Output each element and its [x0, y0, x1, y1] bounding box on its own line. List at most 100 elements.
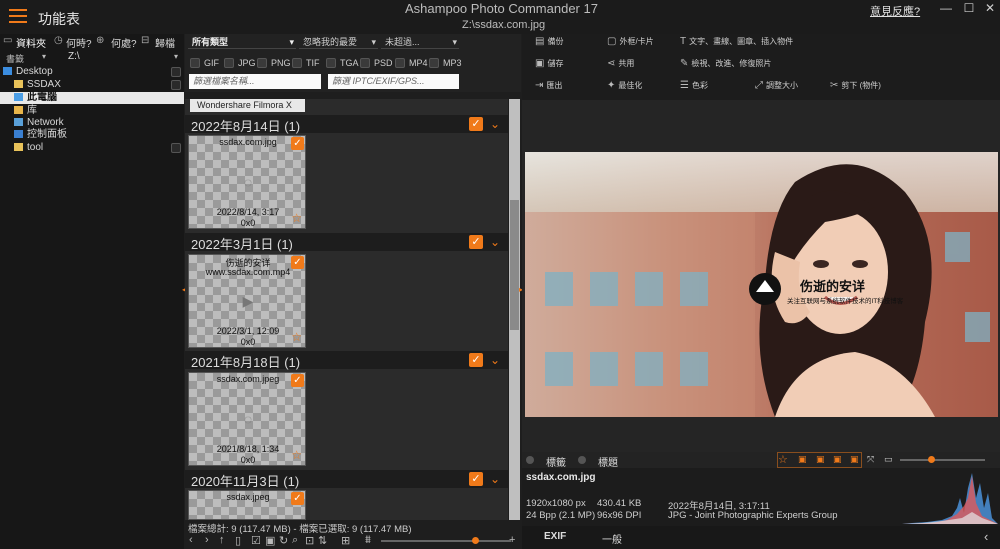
- filter-mp4[interactable]: MP4: [395, 57, 428, 69]
- filter-gif[interactable]: GIF: [190, 57, 219, 69]
- tab-when[interactable]: 何時?: [66, 35, 92, 50]
- scrollbar-thumb[interactable]: [510, 200, 519, 330]
- tree-item-network[interactable]: Network: [0, 117, 184, 129]
- share-button[interactable]: ⋖ 共用: [607, 58, 634, 70]
- group-checkbox-checked-icon[interactable]: ✓: [469, 353, 483, 367]
- optimize-button[interactable]: ✦ 最佳化: [607, 80, 642, 92]
- backup-button[interactable]: ▤ 備份: [535, 36, 563, 48]
- export-button[interactable]: ⇥ 匯出: [535, 80, 562, 92]
- thumbnail-checkbox-icon[interactable]: ✓: [291, 137, 304, 150]
- tree-item-control-panel[interactable]: 控制面板: [0, 129, 184, 141]
- text-draw-button[interactable]: T 文字、畫線、圖章、插入物件: [680, 36, 793, 48]
- tree-checkbox[interactable]: [171, 67, 181, 77]
- star-icon[interactable]: ☆: [778, 453, 788, 466]
- filter-psd[interactable]: PSD: [360, 57, 393, 69]
- back-icon[interactable]: ‹: [189, 534, 193, 546]
- preview-photo[interactable]: 伤逝的安详 关注互联网与系统软件技术的IT科技博客: [525, 152, 998, 417]
- filename-filter-input[interactable]: 篩選檔案名稱...: [189, 74, 321, 89]
- tree-item-library[interactable]: 库: [0, 105, 184, 117]
- thumbnail-size-slider[interactable]: [381, 540, 511, 542]
- tab-exif[interactable]: EXIF: [544, 531, 566, 542]
- date-group-header[interactable]: 2021年8月18日 (1) ✓ ⌄: [185, 351, 508, 370]
- save-button[interactable]: ▣ 儲存: [535, 58, 563, 70]
- cut-object-button[interactable]: ✂ 剪下 (物件): [830, 80, 881, 92]
- label-orange-icon[interactable]: ▣: [816, 454, 825, 465]
- select-all-icon[interactable]: ☑: [251, 534, 261, 547]
- tree-item-desktop[interactable]: Desktop: [0, 66, 184, 78]
- label-yellow-icon[interactable]: ▣: [833, 454, 842, 465]
- thumbnail-checkbox-icon[interactable]: ✓: [291, 374, 304, 387]
- thumbnail-item[interactable]: ssdax.com.jpeg ◌ 2021/8/18, 1:34 0x0 ✓ ☆: [188, 372, 306, 466]
- sort-icon[interactable]: ⇅: [318, 534, 327, 547]
- fullscreen-icon[interactable]: ⤧: [867, 454, 874, 465]
- location-path[interactable]: Z:\: [68, 51, 80, 62]
- group-checkbox-checked-icon[interactable]: ✓: [469, 117, 483, 131]
- tree-checkbox[interactable]: [171, 80, 181, 90]
- chevron-down-icon[interactable]: ⌄: [490, 354, 502, 367]
- feedback-link[interactable]: 意見反應?: [870, 3, 920, 19]
- tab-general[interactable]: 一般: [602, 531, 622, 546]
- resize-button[interactable]: ⤢ 調整大小: [755, 80, 798, 92]
- chevron-down-icon[interactable]: ⌄: [490, 473, 502, 486]
- location-dropdown-icon[interactable]: ▾: [174, 52, 178, 61]
- tree-item-tool[interactable]: tool: [0, 142, 184, 154]
- thumbnail-checkbox-icon[interactable]: ✓: [291, 256, 304, 269]
- tab-tags[interactable]: 標籤: [546, 454, 566, 469]
- date-group-header[interactable]: 2020年11月3日 (1) ✓ ⌄: [185, 470, 508, 489]
- label-red-icon[interactable]: ▣: [798, 454, 807, 465]
- maximize-button[interactable]: ☐: [959, 1, 979, 17]
- chevron-down-icon[interactable]: ▾: [42, 52, 46, 61]
- label-green-icon[interactable]: ▣: [850, 454, 859, 465]
- chevron-left-icon[interactable]: ‹: [984, 529, 988, 544]
- zoom-icon[interactable]: ⌕: [292, 534, 298, 547]
- size-select[interactable]: 未超過... ▾: [381, 35, 459, 49]
- date-group-header[interactable]: 2022年8月14日 (1) ✓ ⌄: [185, 115, 508, 134]
- chevron-down-icon[interactable]: ⌄: [490, 118, 502, 131]
- close-button[interactable]: ✕: [980, 1, 1000, 17]
- slider-handle[interactable]: [472, 537, 479, 544]
- folder-tab[interactable]: Wondershare Filmora X: [190, 99, 305, 112]
- group-checkbox-checked-icon[interactable]: ✓: [469, 235, 483, 249]
- filter-icon[interactable]: ⩩: [365, 534, 371, 547]
- date-group-header[interactable]: 2022年3月1日 (1) ✓ ⌄: [185, 233, 508, 252]
- filter-jpg[interactable]: JPG: [224, 57, 256, 69]
- forward-icon[interactable]: ›: [205, 534, 209, 546]
- color-button[interactable]: ☰ 色彩: [680, 80, 708, 92]
- filter-tif[interactable]: TIF: [292, 57, 320, 69]
- filter-tga[interactable]: TGA: [326, 57, 359, 69]
- tree-item-this-pc[interactable]: 此電腦: [0, 92, 184, 104]
- monitor-icon[interactable]: ▭: [884, 454, 893, 465]
- tab-where[interactable]: 何處?: [111, 35, 137, 50]
- tree-item-ssdax[interactable]: SSDAX: [0, 79, 184, 91]
- group-checkbox-checked-icon[interactable]: ✓: [469, 472, 483, 486]
- tab-titles[interactable]: 標題: [598, 454, 618, 469]
- zoom-slider-handle[interactable]: [928, 456, 935, 463]
- plus-icon[interactable]: +: [509, 534, 515, 546]
- thumbnail-item[interactable]: ssdax.jpeg ✓: [188, 490, 306, 520]
- tree-checkbox[interactable]: [171, 143, 181, 153]
- rating-select[interactable]: 忽略我的最愛 ▾: [299, 35, 378, 49]
- up-icon[interactable]: ↑: [219, 534, 225, 546]
- minimize-button[interactable]: —: [936, 1, 956, 17]
- zoom-slider[interactable]: [900, 459, 985, 461]
- hamburger-menu-icon[interactable]: [9, 9, 27, 23]
- star-icon[interactable]: ☆: [291, 211, 302, 225]
- thumbnail-item[interactable]: 伤逝的安详 www.ssdax.com.mp4 ▶ 2022/3/1, 12:0…: [188, 254, 306, 348]
- chevron-down-icon[interactable]: ⌄: [490, 236, 502, 249]
- filter-png[interactable]: PNG: [257, 57, 291, 69]
- thumbnail-checkbox-icon[interactable]: ✓: [291, 492, 304, 505]
- tab-archive[interactable]: 歸檔: [155, 35, 175, 50]
- panel-toggle-icon[interactable]: ▯: [235, 534, 241, 547]
- view-improve-button[interactable]: ✎ 檢視、改進、修復照片: [680, 58, 771, 70]
- iptc-filter-input[interactable]: 篩選 IPTC/EXIF/GPS...: [328, 74, 459, 89]
- refresh-icon[interactable]: ↻: [279, 534, 288, 547]
- frames-button[interactable]: ▢ 外框/卡片: [607, 36, 654, 48]
- menu-label[interactable]: 功能表: [38, 9, 80, 29]
- thumbnail-item[interactable]: ssdax.com.jpg ◌ 2022/8/14, 3:17 0x0 ✓ ☆: [188, 135, 306, 229]
- star-icon[interactable]: ☆: [291, 448, 302, 462]
- grid-view-icon[interactable]: ⊞: [341, 534, 350, 547]
- new-folder-icon[interactable]: ⊡: [305, 534, 314, 547]
- filter-mp3[interactable]: MP3: [429, 57, 462, 69]
- star-icon[interactable]: ☆: [291, 330, 302, 344]
- bookmark-select[interactable]: 書籤: [6, 52, 24, 65]
